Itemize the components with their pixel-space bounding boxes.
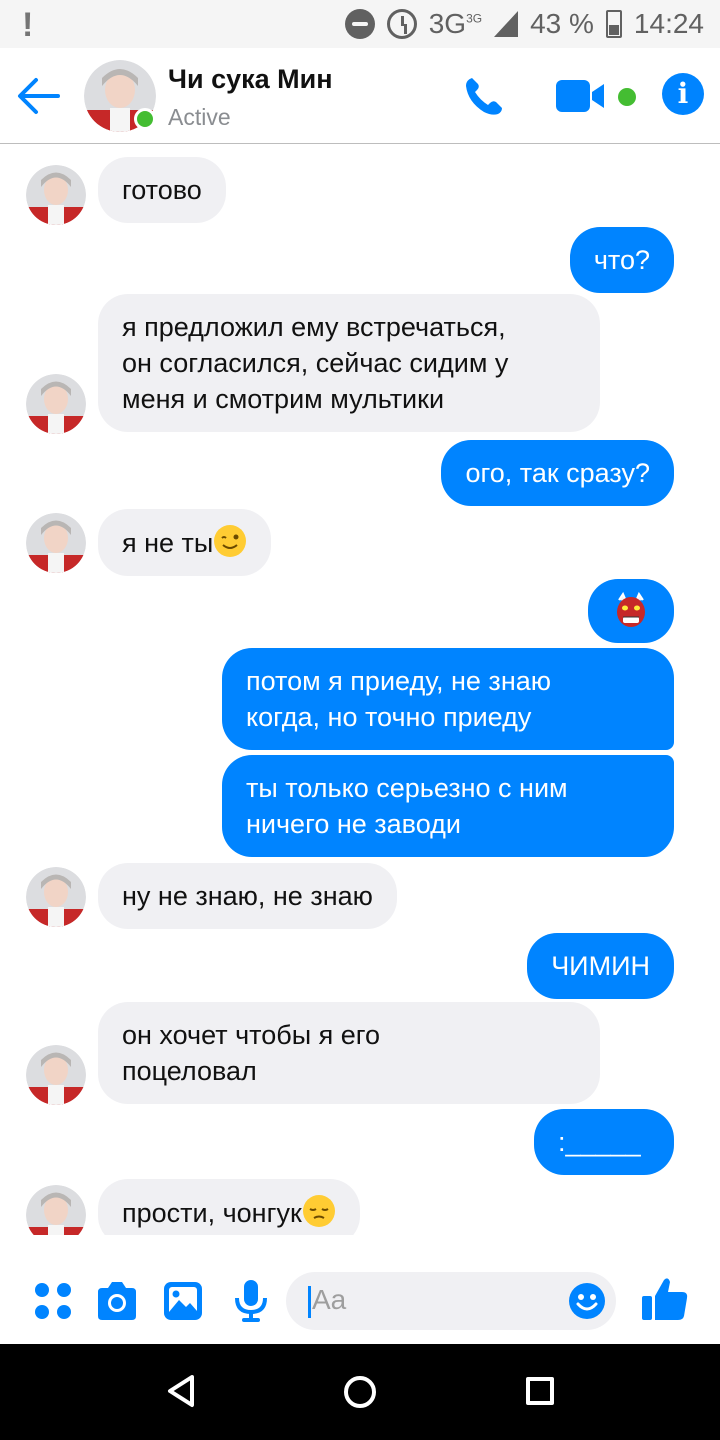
incoming-message[interactable]: прости, чонгук bbox=[98, 1179, 360, 1235]
nav-home-icon[interactable] bbox=[344, 1376, 376, 1408]
status-bar: ! 3G3G 43 % 14:24 bbox=[0, 0, 720, 48]
contact-name[interactable]: Чи сука Мин bbox=[168, 64, 333, 95]
gallery-icon[interactable] bbox=[160, 1278, 206, 1324]
notification-icon: ! bbox=[22, 6, 34, 44]
sender-avatar bbox=[26, 867, 86, 927]
pensive-face-icon bbox=[302, 1195, 335, 1227]
microphone-icon[interactable] bbox=[228, 1278, 274, 1324]
text-caret bbox=[308, 1286, 311, 1318]
info-icon[interactable]: i bbox=[662, 73, 704, 115]
winking-face-icon bbox=[214, 525, 247, 557]
signal-icon bbox=[494, 11, 519, 37]
back-arrow-icon[interactable] bbox=[14, 74, 62, 118]
battery-percent: 43 % bbox=[530, 8, 594, 39]
like-thumbs-up-icon[interactable] bbox=[640, 1274, 690, 1324]
message-composer: Aa bbox=[0, 1258, 720, 1344]
sender-avatar bbox=[26, 513, 86, 573]
nav-recents-icon[interactable] bbox=[526, 1377, 554, 1405]
phone-call-icon[interactable] bbox=[462, 74, 506, 118]
video-active-dot bbox=[618, 88, 636, 106]
contact-status: Active bbox=[168, 104, 231, 130]
outgoing-message[interactable] bbox=[588, 579, 674, 643]
more-actions-icon[interactable] bbox=[30, 1278, 76, 1324]
incoming-message[interactable]: я не ты bbox=[98, 509, 272, 576]
status-icons: 3G3G 43 % 14:24 bbox=[344, 8, 704, 40]
outgoing-message[interactable]: :_____ bbox=[534, 1109, 674, 1175]
alarm-icon bbox=[386, 9, 417, 39]
android-nav-bar bbox=[0, 1344, 720, 1440]
outgoing-message[interactable]: что? bbox=[569, 227, 674, 293]
sender-avatar bbox=[26, 1045, 86, 1105]
chat-header: Чи сука Мин Active i bbox=[0, 48, 720, 144]
outgoing-message[interactable]: ЧИМИН bbox=[527, 933, 674, 999]
incoming-message[interactable]: ну не знаю, не знаю bbox=[98, 863, 397, 929]
nav-back-icon[interactable] bbox=[166, 1374, 196, 1408]
outgoing-message[interactable]: потом я приеду, не знаю когда, но точно … bbox=[222, 648, 674, 750]
sender-avatar bbox=[26, 165, 86, 225]
emoji-picker-icon[interactable] bbox=[568, 1282, 606, 1320]
message-text: прости, чонгук bbox=[122, 1198, 302, 1228]
online-indicator bbox=[134, 108, 156, 130]
clock: 14:24 bbox=[633, 8, 704, 39]
incoming-message[interactable]: готово bbox=[98, 157, 226, 223]
incoming-message[interactable]: я предложил ему встречаться, он согласил… bbox=[98, 294, 600, 432]
sender-avatar bbox=[26, 1185, 86, 1235]
message-text: я не ты bbox=[122, 528, 214, 558]
outgoing-message[interactable]: ого, так сразу? bbox=[441, 440, 674, 506]
camera-icon[interactable] bbox=[94, 1278, 140, 1324]
incoming-message[interactable]: он хочет чтобы я его поцеловал bbox=[98, 1002, 600, 1104]
message-list[interactable]: готово что? я предложил ему встречаться,… bbox=[0, 145, 720, 1235]
sender-avatar bbox=[26, 374, 86, 434]
network-type: 3G3G bbox=[428, 8, 483, 39]
red-ogre-mask-icon bbox=[617, 592, 645, 627]
video-call-icon[interactable] bbox=[556, 78, 606, 114]
do-not-disturb-icon bbox=[344, 9, 375, 39]
outgoing-message[interactable]: ты только серьезно с ним ничего не завод… bbox=[222, 755, 674, 857]
message-input-placeholder: Aa bbox=[312, 1284, 347, 1315]
message-input[interactable]: Aa bbox=[286, 1272, 616, 1330]
battery-icon bbox=[605, 10, 622, 38]
